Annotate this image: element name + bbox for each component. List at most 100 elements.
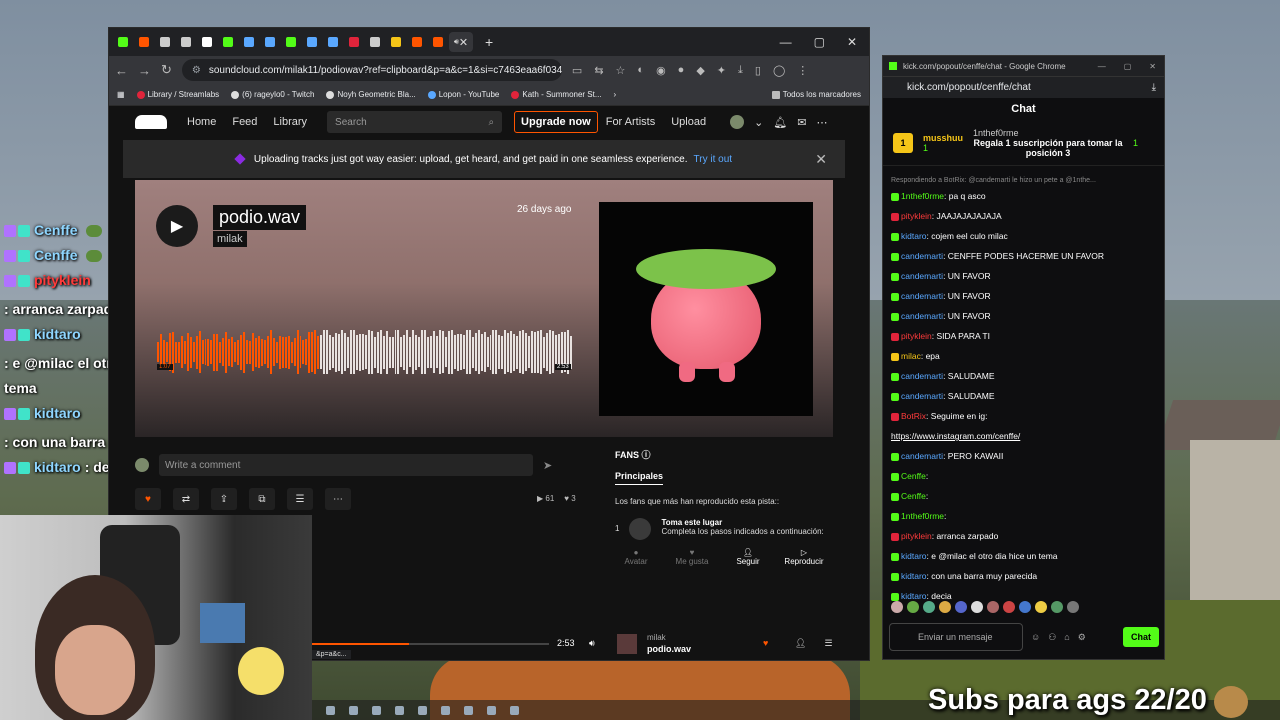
extension-icon[interactable]: ● xyxy=(678,64,685,77)
bookmark-item[interactable]: Library / Streamlabs xyxy=(136,90,219,99)
upload-link[interactable]: Upload xyxy=(671,116,706,128)
waveform[interactable] xyxy=(157,330,572,374)
chat-username[interactable]: kidtaro xyxy=(901,571,927,581)
nav-feed[interactable]: Feed xyxy=(232,116,257,128)
taskbar-icon[interactable] xyxy=(418,705,427,715)
player-artist[interactable]: milak xyxy=(647,633,666,642)
browser-tab[interactable] xyxy=(323,32,342,52)
close-icon[interactable]: ✕ xyxy=(1149,62,1156,71)
cast-icon[interactable]: ▭ xyxy=(572,64,582,77)
chat-username[interactable]: BotRix xyxy=(901,411,926,421)
chat-username[interactable]: Cenffe xyxy=(901,491,926,501)
browser-tab[interactable] xyxy=(302,32,321,52)
browser-tab[interactable] xyxy=(407,32,426,52)
info-icon[interactable]: ⓘ xyxy=(642,450,651,460)
browser-tab[interactable] xyxy=(134,32,153,52)
player-thumbnail[interactable] xyxy=(617,634,637,654)
bookmark-item[interactable]: Lopon - YouTube xyxy=(427,90,499,99)
store-icon[interactable]: ⌂ xyxy=(1064,632,1069,642)
chat-link[interactable]: https://www.instagram.com/cenffe/ xyxy=(891,431,1020,441)
tab-principales[interactable]: Principales xyxy=(615,471,664,485)
minimize-icon[interactable]: — xyxy=(780,35,792,49)
browser-tab[interactable] xyxy=(113,32,132,52)
follow-icon[interactable]: 👤︎ xyxy=(795,638,806,649)
chat-username[interactable]: pityklein xyxy=(901,211,932,221)
browser-tab[interactable] xyxy=(344,32,363,52)
close-icon[interactable]: ✕ xyxy=(847,35,857,49)
reload-icon[interactable]: ↻ xyxy=(161,62,172,78)
emote-icon[interactable] xyxy=(1019,601,1031,613)
banner-link[interactable]: Try it out xyxy=(694,154,733,165)
maximize-icon[interactable]: ▢ xyxy=(814,35,825,49)
apps-icon[interactable]: ▦ xyxy=(117,90,125,99)
send-icon[interactable]: ➤ xyxy=(543,459,552,472)
more-bookmarks-icon[interactable]: › xyxy=(614,90,617,99)
taskbar-icon[interactable] xyxy=(349,705,358,715)
emote-icon[interactable] xyxy=(939,601,951,613)
browser-tab[interactable] xyxy=(365,32,384,52)
share-button[interactable]: ⇪ xyxy=(211,488,237,510)
browser-tab[interactable] xyxy=(239,32,258,52)
for-artists-link[interactable]: For Artists xyxy=(606,116,656,128)
chat-username[interactable]: candemarti xyxy=(901,371,943,381)
comment-input[interactable]: Write a comment xyxy=(159,454,533,476)
puzzle-icon[interactable]: ✦ xyxy=(717,64,726,77)
gift-sub-text[interactable]: Regala 1 suscripción para tomar la posic… xyxy=(973,138,1123,158)
browser-tab[interactable] xyxy=(218,32,237,52)
volume-icon[interactable]: 🔊︎ xyxy=(589,638,595,649)
all-bookmarks[interactable]: Todos los marcadores xyxy=(771,90,861,99)
chat-username[interactable]: kidtaro xyxy=(901,591,927,601)
menu-icon[interactable]: ⋮ xyxy=(797,64,808,77)
taskbar-icon[interactable] xyxy=(441,705,450,715)
chat-username[interactable]: 1nthef0rme xyxy=(901,191,944,201)
forward-icon[interactable]: → xyxy=(138,63,151,78)
chat-username[interactable]: Cenffe xyxy=(901,471,926,481)
upgrade-button[interactable]: Upgrade now xyxy=(514,111,598,133)
emote-icon[interactable] xyxy=(1003,601,1015,613)
emote-icon[interactable] xyxy=(1067,601,1079,613)
follow-step-button[interactable]: 👤︎ Seguir xyxy=(727,548,769,566)
chat-username[interactable]: kidtaro xyxy=(901,551,927,561)
browser-tab[interactable] xyxy=(176,32,195,52)
like-button[interactable]: ♥ xyxy=(135,488,161,510)
profile-icon[interactable]: ◯ xyxy=(773,64,785,77)
browser-tab-active[interactable]: 🔊︎ ✕ xyxy=(449,32,473,52)
sidebar-icon[interactable]: ▯ xyxy=(755,64,761,77)
emote-icon[interactable] xyxy=(891,601,903,613)
download-icon[interactable]: ⤓ xyxy=(1152,82,1164,93)
search-input[interactable]: Search ⌕ xyxy=(327,111,503,133)
browser-tab[interactable] xyxy=(428,32,447,52)
chat-username[interactable]: candemarti xyxy=(901,251,943,261)
browser-tab[interactable] xyxy=(281,32,300,52)
settings-icon[interactable]: ⚙ xyxy=(1078,632,1086,643)
more-icon[interactable]: ⋯ xyxy=(817,116,828,129)
chevron-down-icon[interactable]: ⌄ xyxy=(754,116,763,129)
extension-icon[interactable]: ◐ xyxy=(637,64,644,77)
play-step-button[interactable]: ▷ Reproducir xyxy=(783,548,825,566)
pin-user2[interactable]: 1nthef0rme xyxy=(973,128,1123,138)
close-icon[interactable]: ✕ xyxy=(459,36,468,49)
messages-icon[interactable]: ✉ xyxy=(797,116,806,129)
new-tab-button[interactable]: + xyxy=(485,34,493,50)
browser-tab[interactable] xyxy=(260,32,279,52)
close-icon[interactable]: ✕ xyxy=(815,151,827,168)
chat-username[interactable]: candemarti xyxy=(901,451,943,461)
chat-username[interactable]: candemarti xyxy=(901,391,943,401)
player-progress[interactable] xyxy=(309,643,549,645)
avatar[interactable] xyxy=(730,115,745,129)
emote-icon[interactable] xyxy=(1051,601,1063,613)
chat-username[interactable]: candemarti xyxy=(901,291,943,301)
site-info-icon[interactable]: ⚙ xyxy=(192,65,201,76)
translate-icon[interactable]: ⇆ xyxy=(594,64,603,77)
emote-icon[interactable] xyxy=(987,601,999,613)
taskbar-icon[interactable] xyxy=(326,705,335,715)
emote-icon[interactable] xyxy=(923,601,935,613)
taskbar-icon[interactable] xyxy=(510,705,519,715)
bookmark-item[interactable]: (6) rageylo0 - Twitch xyxy=(231,90,314,99)
chat-username[interactable]: pityklein xyxy=(901,331,932,341)
more-button[interactable]: ⋯ xyxy=(325,488,351,510)
taskbar-icon[interactable] xyxy=(395,705,404,715)
chat-send-button[interactable]: Chat xyxy=(1123,627,1159,647)
soundcloud-logo[interactable] xyxy=(135,115,167,129)
nav-home[interactable]: Home xyxy=(187,116,216,128)
